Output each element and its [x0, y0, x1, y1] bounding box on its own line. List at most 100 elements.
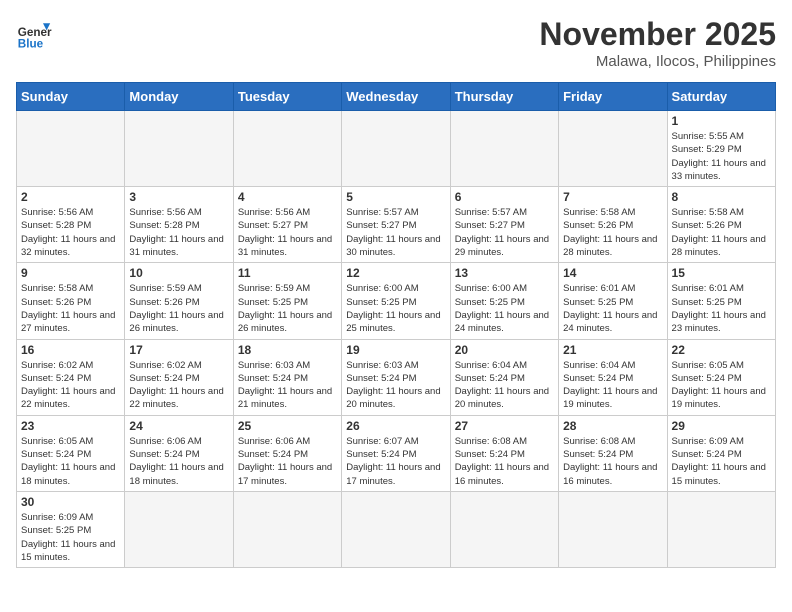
calendar-cell [559, 491, 667, 567]
day-header-sunday: Sunday [17, 83, 125, 111]
day-info: Sunrise: 5:58 AMSunset: 5:26 PMDaylight:… [672, 206, 771, 259]
day-number: 15 [672, 266, 771, 280]
day-header-saturday: Saturday [667, 83, 775, 111]
calendar-cell: 1 Sunrise: 5:55 AMSunset: 5:29 PMDaylight… [667, 111, 775, 187]
day-number: 14 [563, 266, 662, 280]
logo: General Blue [16, 16, 52, 52]
day-info: Sunrise: 6:04 AMSunset: 5:24 PMDaylight:… [563, 359, 662, 412]
day-header-thursday: Thursday [450, 83, 558, 111]
day-info: Sunrise: 5:56 AMSunset: 5:28 PMDaylight:… [21, 206, 120, 259]
calendar-cell [233, 491, 341, 567]
calendar-cell [450, 491, 558, 567]
calendar-cell: 27Sunrise: 6:08 AMSunset: 5:24 PMDayligh… [450, 415, 558, 491]
day-info: Sunrise: 6:08 AMSunset: 5:24 PMDaylight:… [563, 435, 662, 488]
day-info: Sunrise: 6:01 AMSunset: 5:25 PMDaylight:… [563, 282, 662, 335]
day-number: 19 [346, 343, 445, 357]
day-info: Sunrise: 6:05 AMSunset: 5:24 PMDaylight:… [21, 435, 120, 488]
calendar-cell [342, 111, 450, 187]
week-row-5: 23 Sunrise: 6:05 AMSunset: 5:24 PMDayligh… [17, 415, 776, 491]
calendar-cell: 28Sunrise: 6:08 AMSunset: 5:24 PMDayligh… [559, 415, 667, 491]
calendar-cell: 14 Sunrise: 6:01 AMSunset: 5:25 PMDayligh… [559, 263, 667, 339]
day-number: 8 [672, 190, 771, 204]
day-number: 4 [238, 190, 337, 204]
calendar-cell: 10 Sunrise: 5:59 AMSunset: 5:26 PMDayligh… [125, 263, 233, 339]
day-info: Sunrise: 5:56 AMSunset: 5:27 PMDaylight:… [238, 206, 337, 259]
day-number: 9 [21, 266, 120, 280]
day-number: 3 [129, 190, 228, 204]
week-row-3: 9 Sunrise: 5:58 AMSunset: 5:26 PMDaylight… [17, 263, 776, 339]
day-info: Sunrise: 6:02 AMSunset: 5:24 PMDaylight:… [129, 359, 228, 412]
day-number: 2 [21, 190, 120, 204]
calendar-cell: 9 Sunrise: 5:58 AMSunset: 5:26 PMDaylight… [17, 263, 125, 339]
calendar-cell: 19 Sunrise: 6:03 AMSunset: 5:24 PMDayligh… [342, 339, 450, 415]
week-row-2: 2 Sunrise: 5:56 AMSunset: 5:28 PMDaylight… [17, 187, 776, 263]
calendar-cell [559, 111, 667, 187]
day-number: 1 [672, 114, 771, 128]
svg-text:Blue: Blue [18, 38, 44, 51]
day-info: Sunrise: 6:00 AMSunset: 5:25 PMDaylight:… [455, 282, 554, 335]
day-info: Sunrise: 5:57 AMSunset: 5:27 PMDaylight:… [346, 206, 445, 259]
calendar-cell [125, 491, 233, 567]
day-info: Sunrise: 6:00 AMSunset: 5:25 PMDaylight:… [346, 282, 445, 335]
location: Malawa, Ilocos, Philippines [539, 53, 776, 70]
calendar-cell: 7 Sunrise: 5:58 AMSunset: 5:26 PMDaylight… [559, 187, 667, 263]
calendar-table: SundayMondayTuesdayWednesdayThursdayFrid… [16, 82, 776, 568]
day-info: Sunrise: 5:59 AMSunset: 5:25 PMDaylight:… [238, 282, 337, 335]
calendar-cell: 15 Sunrise: 6:01 AMSunset: 5:25 PMDayligh… [667, 263, 775, 339]
day-number: 11 [238, 266, 337, 280]
calendar-cell: 29 Sunrise: 6:09 AMSunset: 5:24 PMDayligh… [667, 415, 775, 491]
day-info: Sunrise: 6:06 AMSunset: 5:24 PMDaylight:… [238, 435, 337, 488]
day-number: 13 [455, 266, 554, 280]
day-number: 23 [21, 419, 120, 433]
calendar-cell: 5Sunrise: 5:57 AMSunset: 5:27 PMDaylight… [342, 187, 450, 263]
day-header-friday: Friday [559, 83, 667, 111]
calendar-cell: 25 Sunrise: 6:06 AMSunset: 5:24 PMDayligh… [233, 415, 341, 491]
day-number: 21 [563, 343, 662, 357]
calendar-cell [17, 111, 125, 187]
calendar-cell: 20Sunrise: 6:04 AMSunset: 5:24 PMDayligh… [450, 339, 558, 415]
page-header: General Blue November 2025 Malawa, Iloco… [16, 16, 776, 70]
calendar-cell: 30Sunrise: 6:09 AMSunset: 5:25 PMDayligh… [17, 491, 125, 567]
day-info: Sunrise: 5:55 AMSunset: 5:29 PMDaylight:… [672, 130, 771, 183]
calendar-cell: 3 Sunrise: 5:56 AMSunset: 5:28 PMDaylight… [125, 187, 233, 263]
calendar-cell: 26Sunrise: 6:07 AMSunset: 5:24 PMDayligh… [342, 415, 450, 491]
day-number: 17 [129, 343, 228, 357]
day-number: 7 [563, 190, 662, 204]
day-number: 16 [21, 343, 120, 357]
day-info: Sunrise: 6:03 AMSunset: 5:24 PMDaylight:… [346, 359, 445, 412]
calendar-cell [342, 491, 450, 567]
day-number: 26 [346, 419, 445, 433]
day-number: 10 [129, 266, 228, 280]
day-header-monday: Monday [125, 83, 233, 111]
day-info: Sunrise: 6:08 AMSunset: 5:24 PMDaylight:… [455, 435, 554, 488]
day-info: Sunrise: 6:09 AMSunset: 5:25 PMDaylight:… [21, 511, 120, 564]
day-info: Sunrise: 6:05 AMSunset: 5:24 PMDaylight:… [672, 359, 771, 412]
calendar-cell: 13 Sunrise: 6:00 AMSunset: 5:25 PMDayligh… [450, 263, 558, 339]
day-info: Sunrise: 5:58 AMSunset: 5:26 PMDaylight:… [563, 206, 662, 259]
calendar-cell: 6Sunrise: 5:57 AMSunset: 5:27 PMDaylight… [450, 187, 558, 263]
calendar-cell: 11 Sunrise: 5:59 AMSunset: 5:25 PMDayligh… [233, 263, 341, 339]
day-info: Sunrise: 5:56 AMSunset: 5:28 PMDaylight:… [129, 206, 228, 259]
day-number: 25 [238, 419, 337, 433]
calendar-cell: 23 Sunrise: 6:05 AMSunset: 5:24 PMDayligh… [17, 415, 125, 491]
day-info: Sunrise: 6:03 AMSunset: 5:24 PMDaylight:… [238, 359, 337, 412]
day-number: 6 [455, 190, 554, 204]
week-row-6: 30Sunrise: 6:09 AMSunset: 5:25 PMDayligh… [17, 491, 776, 567]
calendar-cell: 24 Sunrise: 6:06 AMSunset: 5:24 PMDayligh… [125, 415, 233, 491]
day-info: Sunrise: 6:06 AMSunset: 5:24 PMDaylight:… [129, 435, 228, 488]
day-info: Sunrise: 6:02 AMSunset: 5:24 PMDaylight:… [21, 359, 120, 412]
day-header-tuesday: Tuesday [233, 83, 341, 111]
day-info: Sunrise: 6:09 AMSunset: 5:24 PMDaylight:… [672, 435, 771, 488]
day-info: Sunrise: 5:58 AMSunset: 5:26 PMDaylight:… [21, 282, 120, 335]
day-info: Sunrise: 6:01 AMSunset: 5:25 PMDaylight:… [672, 282, 771, 335]
day-number: 22 [672, 343, 771, 357]
day-number: 24 [129, 419, 228, 433]
calendar-cell: 2 Sunrise: 5:56 AMSunset: 5:28 PMDaylight… [17, 187, 125, 263]
calendar-cell: 22 Sunrise: 6:05 AMSunset: 5:24 PMDayligh… [667, 339, 775, 415]
day-number: 20 [455, 343, 554, 357]
day-number: 29 [672, 419, 771, 433]
day-info: Sunrise: 5:59 AMSunset: 5:26 PMDaylight:… [129, 282, 228, 335]
calendar-cell: 12Sunrise: 6:00 AMSunset: 5:25 PMDayligh… [342, 263, 450, 339]
calendar-cell: 21 Sunrise: 6:04 AMSunset: 5:24 PMDayligh… [559, 339, 667, 415]
title-block: November 2025 Malawa, Ilocos, Philippine… [539, 16, 776, 70]
